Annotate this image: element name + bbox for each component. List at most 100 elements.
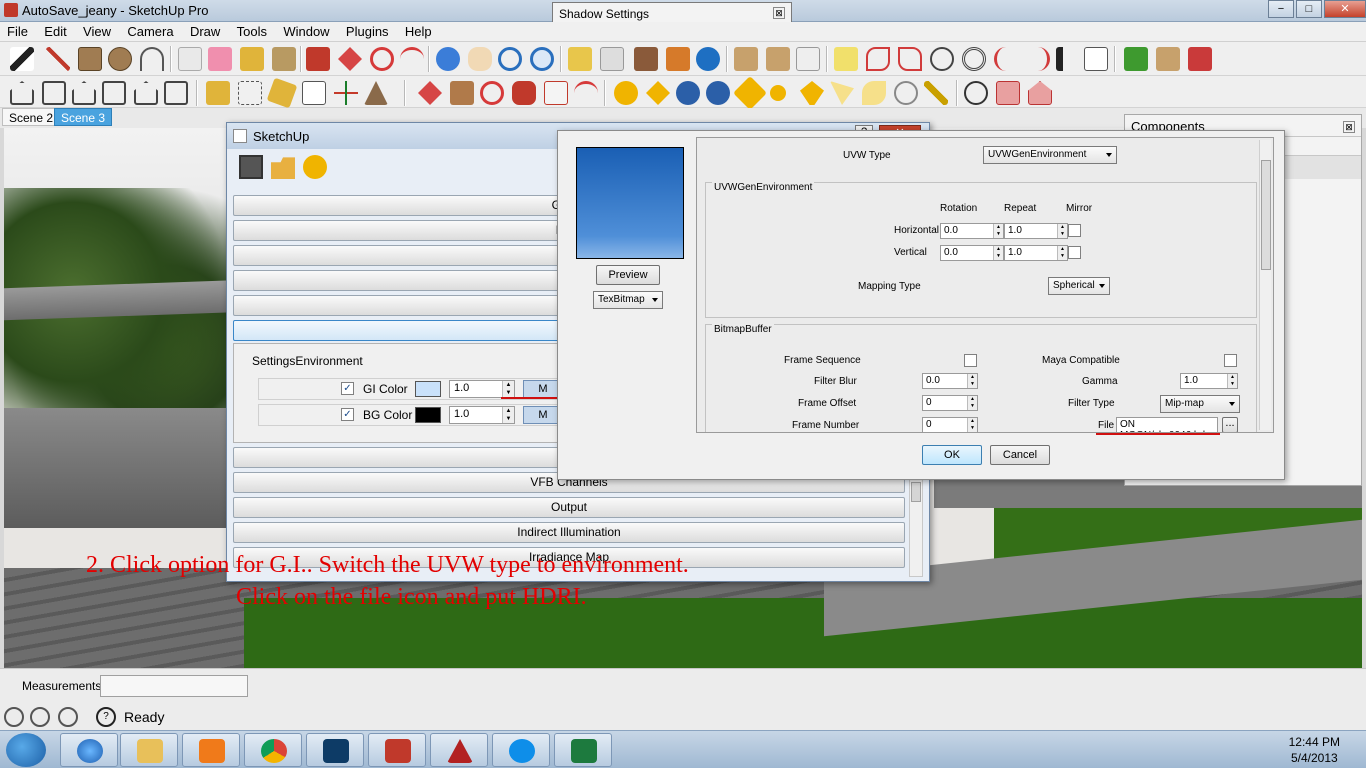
spinner-icon[interactable]: ▲ ▼	[502, 381, 514, 397]
vray-frame-icon[interactable]	[733, 76, 767, 110]
spinner-icon[interactable]: ▲ ▼	[1057, 246, 1067, 260]
paint-bucket-icon[interactable]	[272, 47, 296, 71]
menu-window[interactable]: Window	[276, 22, 335, 39]
make-component-icon[interactable]	[178, 47, 202, 71]
taskbar-media-player[interactable]	[182, 733, 240, 767]
curve-icon[interactable]	[866, 47, 890, 71]
sphere-light-icon[interactable]	[770, 85, 786, 101]
browse-file-button[interactable]: ...	[1222, 417, 1238, 432]
tab-scene-2[interactable]: Scene 2	[2, 108, 61, 126]
components-close-icon[interactable]: ⊠	[1343, 121, 1355, 133]
select-tool-icon[interactable]	[10, 47, 34, 71]
params-scrollbar[interactable]	[1259, 140, 1271, 430]
front-view-icon[interactable]	[634, 47, 658, 71]
uvw-type-dropdown[interactable]: UVWGenEnvironment	[983, 146, 1117, 164]
taskbar-teamviewer[interactable]	[492, 733, 550, 767]
tree-plant-icon[interactable]	[1124, 47, 1148, 71]
mapping-type-dropdown[interactable]: Spherical	[1048, 277, 1110, 295]
taskbar-chrome[interactable]	[244, 733, 302, 767]
spinner-icon[interactable]: ▲ ▼	[993, 224, 1003, 238]
circle-icon[interactable]	[108, 47, 132, 71]
section-box-icon[interactable]	[996, 81, 1020, 105]
spot-light-icon[interactable]	[800, 81, 824, 105]
menu-draw[interactable]: Draw	[183, 22, 226, 39]
vray-options-icon[interactable]	[646, 81, 670, 105]
gi-multiplier-input[interactable]: 1.0 ▲ ▼	[449, 380, 515, 398]
ies-light-icon[interactable]	[830, 81, 854, 105]
follow-me-icon[interactable]	[400, 47, 424, 71]
menu-edit[interactable]: Edit	[37, 22, 72, 39]
warehouse-icon[interactable]	[696, 47, 720, 71]
top-view-icon[interactable]	[600, 47, 624, 71]
bezier-icon[interactable]	[898, 47, 922, 71]
tab-scene-3[interactable]: Scene 3	[54, 108, 113, 126]
tape-icon[interactable]	[206, 81, 230, 105]
bottom-view-icon[interactable]	[164, 81, 188, 105]
push-pull-icon[interactable]	[306, 47, 330, 71]
frame-offset-input[interactable]: 0 ▲ ▼	[922, 395, 978, 411]
iso-view-icon[interactable]	[568, 47, 592, 71]
vray-material-icon[interactable]	[614, 81, 638, 105]
people-icon[interactable]	[1188, 47, 1212, 71]
dimension-icon[interactable]	[238, 81, 262, 105]
spinner-icon[interactable]: ▲ ▼	[993, 246, 1003, 260]
vray-render-icon[interactable]	[676, 81, 700, 105]
box-icon[interactable]	[734, 47, 758, 71]
bg-multiplier-input[interactable]: 1.0 ▲ ▼	[449, 406, 515, 424]
horizontal-repeat-input[interactable]: 1.0 ▲ ▼	[1004, 223, 1068, 239]
offset-icon[interactable]	[574, 81, 598, 105]
crate-tree-icon[interactable]	[1156, 47, 1180, 71]
clock[interactable]: 12:44 PM 5/4/2013	[1289, 734, 1340, 766]
bg-color-swatch[interactable]	[415, 407, 441, 423]
omni-light-icon[interactable]	[862, 81, 886, 105]
cursor-star-icon[interactable]	[834, 47, 858, 71]
scale-icon[interactable]	[544, 81, 568, 105]
minimize-button[interactable]: −	[1268, 0, 1294, 18]
filter-blur-input[interactable]: 0.0 ▲ ▼	[922, 373, 978, 389]
pushpull-2-icon[interactable]	[450, 81, 474, 105]
vray-help-icon[interactable]	[706, 81, 730, 105]
wave-icon[interactable]	[1026, 47, 1050, 71]
menu-view[interactable]: View	[76, 22, 117, 39]
infinite-plane-icon[interactable]	[924, 81, 948, 105]
menu-camera[interactable]: Camera	[120, 22, 179, 39]
ok-button[interactable]: OK	[922, 445, 982, 465]
preview-button[interactable]: Preview	[596, 265, 660, 285]
protractor-icon[interactable]	[266, 77, 298, 109]
spiral-icon[interactable]	[994, 47, 1018, 71]
circle-center-icon[interactable]	[930, 47, 954, 71]
rollout-output[interactable]: Output	[233, 497, 905, 518]
eraser-icon[interactable]	[208, 47, 232, 71]
close-button[interactable]: ✕	[1324, 0, 1366, 18]
follow-2-icon[interactable]	[512, 81, 536, 105]
save-icon[interactable]	[239, 155, 263, 179]
orbit-icon[interactable]	[436, 47, 460, 71]
axes-icon[interactable]	[334, 81, 358, 105]
rotate-icon[interactable]	[370, 47, 394, 71]
taskbar-excel[interactable]	[554, 733, 612, 767]
help-circle-icon[interactable]: ?	[96, 707, 116, 727]
menu-tools[interactable]: Tools	[230, 22, 273, 39]
menu-help[interactable]: Help	[398, 22, 438, 39]
maximize-button[interactable]: □	[1296, 0, 1322, 18]
credits-icon[interactable]	[30, 707, 50, 727]
taskbar-explorer[interactable]	[120, 733, 178, 767]
open-folder-icon[interactable]	[271, 157, 295, 179]
shadow-settings-close-icon[interactable]: ⊠	[773, 7, 785, 19]
house-side-icon[interactable]	[102, 81, 126, 105]
zoom-extents-icon[interactable]	[530, 47, 554, 71]
dome-light-icon[interactable]	[894, 81, 918, 105]
spinner-icon[interactable]: ▲ ▼	[1057, 224, 1067, 238]
spinner-icon[interactable]: ▲ ▼	[967, 374, 977, 388]
horizontal-mirror-checkbox[interactable]	[1068, 224, 1081, 237]
vertical-rotation-input[interactable]: 0.0 ▲ ▼	[940, 245, 1004, 261]
house-icon[interactable]	[10, 81, 34, 105]
text-icon[interactable]	[302, 81, 326, 105]
geo-location-icon[interactable]	[4, 707, 24, 727]
rectangle-icon[interactable]	[78, 47, 102, 71]
spinner-icon[interactable]: ▲ ▼	[502, 407, 514, 423]
cancel-button[interactable]: Cancel	[990, 445, 1050, 465]
walk-icon[interactable]	[666, 47, 690, 71]
vertical-mirror-checkbox[interactable]	[1068, 246, 1081, 259]
box-share-icon[interactable]	[766, 47, 790, 71]
